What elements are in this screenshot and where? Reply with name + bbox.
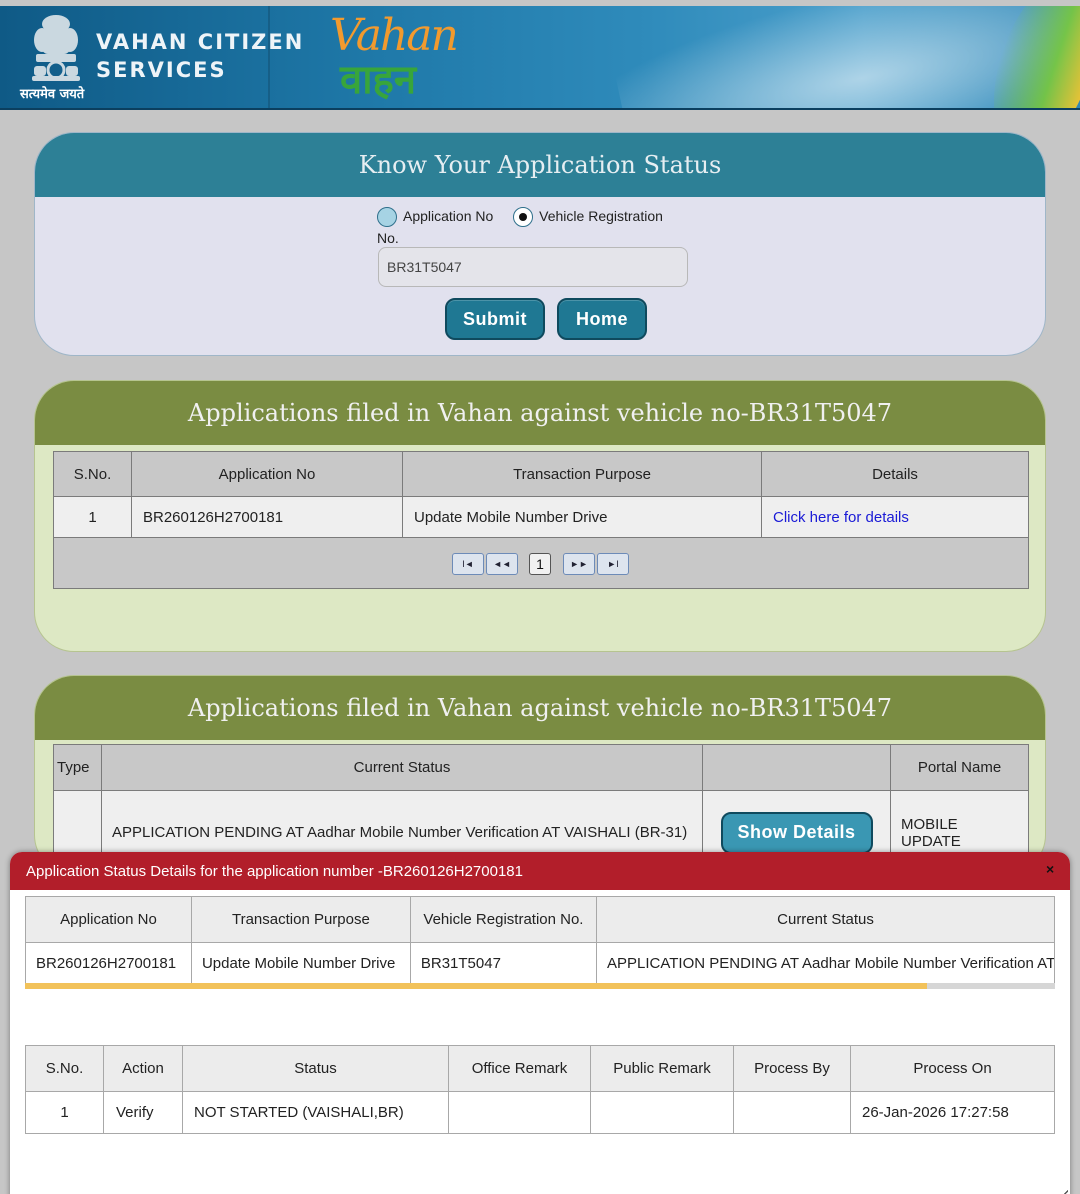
cell-sno: 1	[53, 496, 132, 539]
radio-vehicle-registration-label-cont: No.	[377, 230, 399, 247]
col-application-no: Application No	[25, 896, 192, 943]
table-header-row: S.No. Application No Transaction Purpose…	[53, 451, 1029, 497]
modal-title-bar: Application Status Details for the appli…	[10, 852, 1070, 890]
emblem-caption: सत्यमेव जयते	[20, 87, 85, 102]
home-button[interactable]: Home	[557, 298, 647, 340]
site-title: VAHAN CITIZEN SERVICES	[96, 28, 304, 84]
table-header-row: S.No. Action Status Office Remark Public…	[25, 1045, 1055, 1092]
resize-grip-icon[interactable]	[1058, 1190, 1068, 1194]
submit-button[interactable]: Submit	[445, 298, 545, 340]
table-row: 1 BR260126H2700181 Update Mobile Number …	[53, 496, 1029, 539]
current-status-panel: Applications filed in Vahan against vehi…	[34, 675, 1046, 875]
scrollbar-thumb[interactable]	[25, 983, 927, 989]
col-action: Action	[103, 1045, 183, 1092]
modal-title: Application Status Details for the appli…	[26, 862, 523, 880]
col-type: Type	[53, 744, 102, 791]
applications-list-heading: Applications filed in Vahan against vehi…	[35, 381, 1045, 445]
col-sno: S.No.	[25, 1045, 104, 1092]
col-sno: S.No.	[53, 451, 132, 497]
table-header-row: Application No Transaction Purpose Vehic…	[25, 896, 1055, 943]
current-status-heading: Applications filed in Vahan against vehi…	[35, 676, 1045, 740]
search-type-radio-group: Application No Vehicle Registration No.	[377, 205, 717, 249]
table-row: 1 Verify NOT STARTED (VAISHALI,BR) 26-Ja…	[25, 1091, 1055, 1134]
cell-current-status: APPLICATION PENDING AT Aadhar Mobile Num…	[596, 942, 1055, 985]
vahan-logo-hindi: वाहन	[340, 57, 417, 103]
cell-details: Click here for details	[761, 496, 1029, 539]
pagination-bar: I◄ ◄◄ 1 ►► ►I	[53, 537, 1029, 589]
cell-process-on: 26-Jan-2026 17:27:58	[850, 1091, 1055, 1134]
site-header: सत्यमेव जयते VAHAN CITIZEN SERVICES Vaha…	[0, 6, 1080, 110]
modal-summary-table: Application No Transaction Purpose Vehic…	[25, 896, 1055, 985]
col-process-on: Process On	[850, 1045, 1055, 1092]
cell-status: NOT STARTED (VAISHALI,BR)	[182, 1091, 449, 1134]
col-transaction-purpose: Transaction Purpose	[190, 896, 411, 943]
close-icon[interactable]: ×	[1046, 862, 1060, 876]
cell-public-remark	[590, 1091, 734, 1134]
application-status-form: Know Your Application Status Application…	[34, 132, 1046, 356]
col-details: Details	[761, 451, 1029, 497]
next-page-button[interactable]: ►►	[563, 553, 595, 575]
radio-application-no[interactable]: Application No	[377, 205, 494, 228]
cell-purpose: Update Mobile Number Drive	[190, 942, 411, 985]
prev-page-button[interactable]: ◄◄	[486, 553, 518, 575]
cell-application-no: BR260126H2700181	[131, 496, 403, 539]
page-number-button[interactable]: 1	[529, 553, 551, 575]
radio-on-icon[interactable]	[513, 207, 534, 228]
radio-application-no-label: Application No	[403, 208, 494, 224]
col-public-remark: Public Remark	[590, 1045, 734, 1092]
horizontal-scrollbar[interactable]	[25, 983, 1055, 989]
col-registration-no: Vehicle Registration No.	[409, 896, 598, 943]
site-title-line2: SERVICES	[96, 58, 227, 82]
applications-list-panel: Applications filed in Vahan against vehi…	[34, 380, 1046, 652]
col-office-remark: Office Remark	[448, 1045, 591, 1092]
col-transaction-purpose: Transaction Purpose	[402, 451, 762, 497]
col-current-status: Current Status	[596, 896, 1055, 943]
form-heading: Know Your Application Status	[35, 133, 1045, 197]
col-status: Status	[182, 1045, 449, 1092]
applications-table: S.No. Application No Transaction Purpose…	[53, 451, 1029, 539]
registration-number-input[interactable]	[378, 247, 688, 287]
radio-off-icon[interactable]	[377, 207, 397, 228]
col-action	[702, 744, 891, 791]
show-details-button[interactable]: Show Details	[720, 811, 873, 854]
site-title-line1: VAHAN CITIZEN	[96, 30, 305, 54]
radio-vehicle-registration-label: Vehicle Registration	[539, 208, 663, 224]
radio-vehicle-registration[interactable]: Vehicle Registration	[513, 205, 663, 228]
cell-purpose: Update Mobile Number Drive	[402, 496, 762, 539]
cell-office-remark	[448, 1091, 591, 1134]
cell-sno: 1	[25, 1091, 104, 1134]
header-divider	[268, 6, 270, 108]
last-page-button[interactable]: ►I	[597, 553, 629, 575]
col-application-no: Application No	[131, 451, 403, 497]
col-portal-name: Portal Name	[890, 744, 1029, 791]
cell-process-by	[733, 1091, 851, 1134]
cell-action: Verify	[103, 1091, 183, 1134]
col-process-by: Process By	[733, 1045, 851, 1092]
cell-registration: BR31T5047	[409, 942, 598, 985]
col-current-status: Current Status	[101, 744, 703, 791]
details-link[interactable]: Click here for details	[773, 509, 909, 526]
table-row: BR260126H2700181 Update Mobile Number Dr…	[25, 942, 1055, 985]
first-page-button[interactable]: I◄	[452, 553, 484, 575]
table-header-row: Type Current Status Portal Name	[53, 744, 1029, 791]
process-history-table: S.No. Action Status Office Remark Public…	[25, 1045, 1055, 1134]
cell-application-no: BR260126H2700181	[25, 942, 192, 985]
status-details-modal: Application Status Details for the appli…	[10, 852, 1070, 1194]
